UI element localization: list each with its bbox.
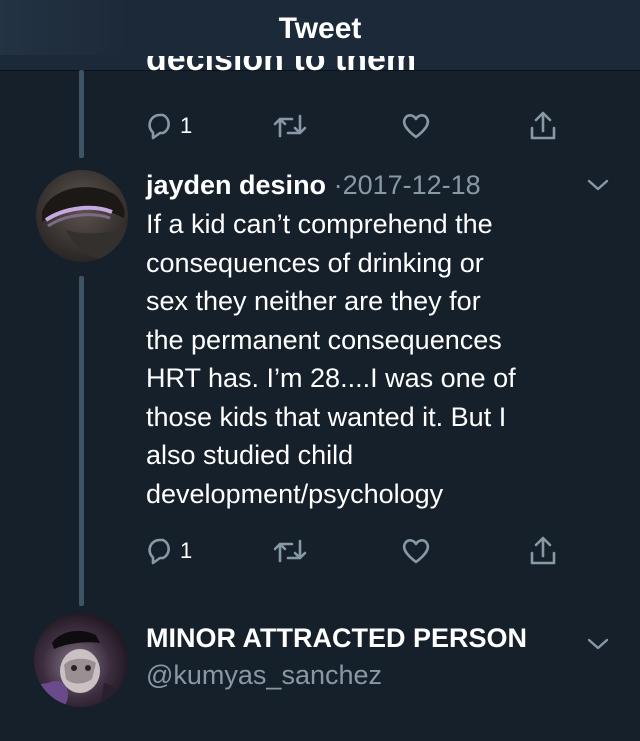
reply-button[interactable]: 1 [146,109,192,143]
chevron-down-icon [586,179,610,198]
reply-icon [146,536,176,566]
tweet-text-line: the permanent consequences [146,324,502,355]
avatar[interactable] [36,170,128,262]
tweet-text-line: HRT has. I’m 28....I was one of [146,363,516,393]
reply-count: 1 [180,113,193,138]
tweet-text-line: also studied child [146,440,354,470]
retweet-button[interactable] [272,534,308,568]
author-name[interactable]: jayden desino [146,170,326,200]
thread-line [79,70,84,158]
tweet-menu-button[interactable] [586,635,610,658]
previous-tweet-text: decision to them [146,56,417,78]
tweet-header: jayden desino ·2017-12-18 [146,170,481,201]
avatar[interactable] [34,613,128,707]
share-button[interactable] [528,534,558,568]
retweet-icon [272,536,308,566]
share-icon [528,110,558,142]
like-icon [400,536,432,566]
author-handle[interactable]: @kumyas_sanchez [146,660,382,691]
reply-count: 1 [180,538,193,563]
tweet-date: 2017-12-18 [342,170,481,200]
reply-tweet-actions: 1 [146,534,586,568]
retweet-icon [272,111,308,141]
page-title: Tweet [278,12,362,45]
like-button[interactable] [400,534,432,568]
reply-button[interactable]: 1 [146,534,192,568]
chevron-down-icon [586,638,610,657]
share-icon [528,535,558,567]
tweet-text-line: consequences of drinking or [146,247,484,278]
thread-line [79,276,84,606]
retweet-button[interactable] [272,109,308,143]
like-button[interactable] [400,109,432,143]
reply-icon [146,111,176,141]
tweet-menu-button[interactable] [586,176,610,199]
tweet-text-line: sex they neither are they for [146,286,481,316]
previous-tweet-actions: 1 [146,109,586,143]
tweet-text: If a kid can’t comprehend the consequenc… [146,205,616,513]
author-name[interactable]: MINOR ATTRACTED PERSON [146,623,527,654]
share-button[interactable] [528,109,558,143]
tweet-text-line: those kids that wanted it. But I [146,401,507,432]
like-icon [400,111,432,141]
tweet-text-line: development/psychology [146,478,444,509]
separator-dot: · [333,170,343,200]
tweet-text-line: If a kid can’t comprehend the [146,209,493,239]
